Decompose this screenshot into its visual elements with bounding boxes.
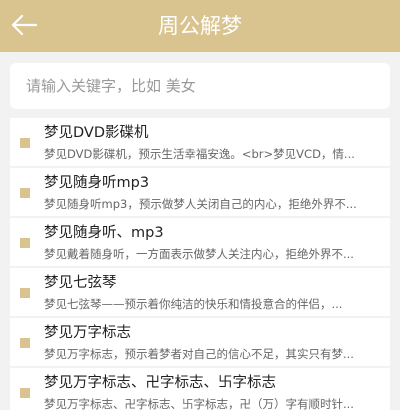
- list-item[interactable]: 梦见随身听、mp3 梦见戴着随身听，一方面表示做梦人关注内心，拒绝外界不...: [10, 218, 390, 266]
- bullet-square-icon: [20, 388, 30, 398]
- item-description: 梦见戴着随身听，一方面表示做梦人关注内心，拒绝外界不...: [44, 247, 354, 261]
- item-description: 梦见DVD影碟机，预示生活幸福安逸。<br>梦见VCD，情...: [44, 147, 355, 161]
- bullet-square-icon: [20, 188, 30, 198]
- item-description: 梦见万字标志，预示着梦者对自己的信心不足，其实只有梦...: [44, 347, 354, 361]
- page-title: 周公解梦: [158, 14, 242, 38]
- item-title: 梦见万字标志、卍字标志、卐字标志: [44, 375, 276, 391]
- item-description: 梦见随身听mp3，预示做梦人关闭自己的内心，拒绝外界不...: [44, 197, 357, 211]
- list-item[interactable]: 梦见七弦琴 梦见七弦琴——预示着你纯洁的快乐和情投意合的伴侣，...: [10, 268, 390, 316]
- item-description: 梦见七弦琴——预示着你纯洁的快乐和情投意合的伴侣，...: [44, 297, 343, 311]
- search-input[interactable]: [26, 77, 390, 95]
- bullet-square-icon: [20, 238, 30, 248]
- item-title: 梦见随身听mp3: [44, 175, 150, 191]
- item-title: 梦见七弦琴: [44, 275, 117, 291]
- bullet-square-icon: [20, 288, 30, 298]
- list-item[interactable]: 梦见万字标志 梦见万字标志，预示着梦者对自己的信心不足，其实只有梦...: [10, 318, 390, 366]
- search-box[interactable]: [10, 63, 390, 109]
- dream-list: 梦见DVD影碟机 梦见DVD影碟机，预示生活幸福安逸。<br>梦见VCD，情..…: [10, 118, 390, 410]
- app-header: 周公解梦: [0, 0, 400, 52]
- bullet-square-icon: [20, 338, 30, 348]
- list-item[interactable]: 梦见DVD影碟机 梦见DVD影碟机，预示生活幸福安逸。<br>梦见VCD，情..…: [10, 118, 390, 166]
- list-item[interactable]: 梦见随身听mp3 梦见随身听mp3，预示做梦人关闭自己的内心，拒绝外界不...: [10, 168, 390, 216]
- item-description: 梦见万字标志、卍字标志、卐字标志，卍（万）字有顺时针...: [44, 397, 354, 410]
- item-title: 梦见随身听、mp3: [44, 225, 164, 241]
- item-title: 梦见DVD影碟机: [44, 125, 149, 141]
- bullet-square-icon: [20, 138, 30, 148]
- item-title: 梦见万字标志: [44, 325, 131, 341]
- list-item[interactable]: 梦见万字标志、卍字标志、卐字标志 梦见万字标志、卍字标志、卐字标志，卍（万）字有…: [10, 368, 390, 410]
